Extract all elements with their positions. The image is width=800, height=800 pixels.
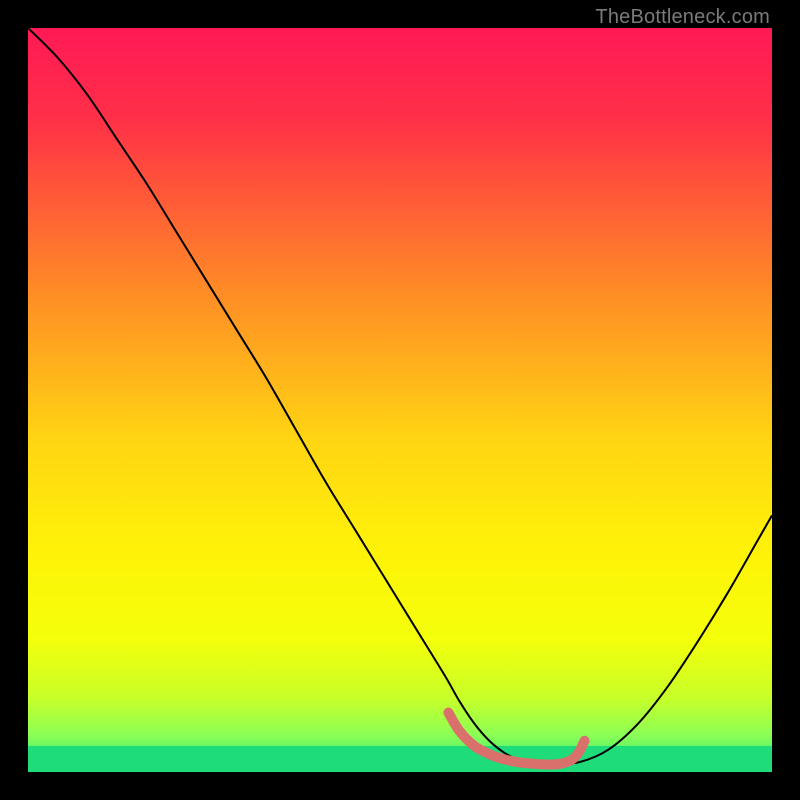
bottleneck-chart [28, 28, 772, 772]
gradient-background [28, 28, 772, 772]
chart-frame [28, 28, 772, 772]
optimal-green-band [28, 746, 772, 772]
attribution-text: TheBottleneck.com [595, 6, 770, 29]
